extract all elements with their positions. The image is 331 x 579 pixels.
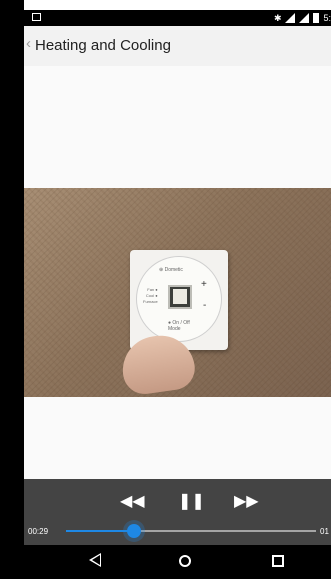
pause-icon[interactable]: ❚❚ <box>178 494 205 510</box>
nav-bar <box>24 545 331 579</box>
app-bar: ‹ Heating and Cooling <box>24 26 331 66</box>
back-icon[interactable] <box>89 553 101 567</box>
screen: ✱ 5: ‹ Heating and Cooling ⊕ Dometic Fan… <box>0 0 331 579</box>
bluetooth-icon: ✱ <box>273 12 282 23</box>
seek-thumb[interactable] <box>127 524 141 538</box>
total-time: 01 <box>320 527 329 536</box>
video-bottom-area <box>24 397 331 479</box>
video-frame[interactable]: ⊕ Dometic Fan ● Cool ● Furnace + - ● On / … <box>24 188 331 397</box>
thermostat-brand: ⊕ Dometic <box>159 267 183 273</box>
thermostat-lcd-digits <box>173 289 187 304</box>
image-notification-icon <box>32 13 41 21</box>
thermostat-plus-icon: + <box>201 279 207 290</box>
home-icon[interactable] <box>179 555 191 567</box>
recent-apps-icon[interactable] <box>272 555 284 567</box>
player-controls: ◀◀ ❚❚ ▶▶ 00:29 01 <box>24 479 331 545</box>
fast-forward-icon[interactable]: ▶▶ <box>234 494 259 510</box>
thermostat-side-labels: Fan ● Cool ● Furnace <box>143 287 158 304</box>
thermostat-minus-icon: - <box>203 300 207 311</box>
video-top-area <box>24 66 331 188</box>
edge-strip <box>0 0 24 579</box>
battery-icon <box>313 13 320 23</box>
current-time: 00:29 <box>28 527 49 536</box>
page-title: Heating and Cooling <box>35 37 171 54</box>
status-time: 5: <box>323 13 331 23</box>
wifi-icon <box>285 13 296 23</box>
thermostat-mode-label: ● On / Off Mode <box>168 320 190 332</box>
chevron-left-icon[interactable]: ‹ <box>26 35 31 52</box>
seek-played <box>66 530 134 532</box>
status-icons: ✱ 5: <box>274 11 331 25</box>
status-bar: ✱ 5: <box>24 10 331 26</box>
rewind-icon[interactable]: ◀◀ <box>120 494 145 510</box>
cell-signal-icon <box>299 13 310 23</box>
